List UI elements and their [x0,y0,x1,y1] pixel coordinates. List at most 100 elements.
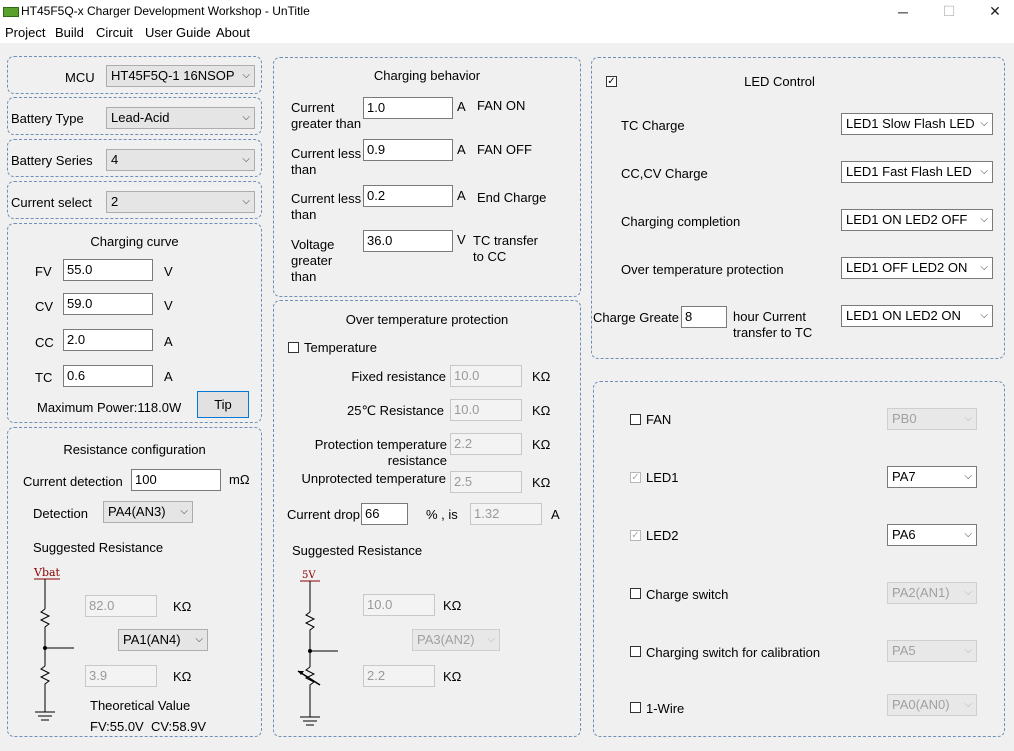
current-select-select[interactable]: 2 ⌵ [106,191,255,213]
behavior-row-1-label: Current greater than [291,100,362,131]
mcu-select[interactable]: HT45F5Q-1 16NSOP ⌵ [106,65,255,87]
mcu-label: MCU [65,70,95,85]
unprotected-temperature-label: Unprotected temperature [301,471,446,486]
led1-label: LED1 [646,470,679,485]
led-row-4-label: Over temperature protection [621,262,784,277]
led1-checkbox[interactable]: ✓ [630,472,641,483]
charge-switch-label: Charge switch [646,587,729,602]
cc-label: CC [35,335,54,350]
led-row-2-select[interactable]: LED1 Fast Flash LED ⌵ [841,161,993,183]
divider-r2-input[interactable]: 3.9 [85,665,157,687]
temperature-label: Temperature [304,340,377,355]
charge-switch-pin-select[interactable]: PA2(AN1) ⌵ [887,582,977,604]
cv-input[interactable]: 59.0 [63,293,153,315]
fv-input[interactable]: 55.0 [63,259,153,281]
otp-r2-input[interactable]: 2.2 [363,665,435,687]
led1-pin-value: PA7 [892,469,916,484]
led-row-1-label: TC Charge [621,118,685,133]
behavior-row-2-input[interactable]: 0.9 [363,139,453,161]
otp-r2-unit: KΩ [443,669,462,684]
current-detection-input[interactable]: 100 [131,469,221,491]
led-control-checkbox[interactable]: ✓ [606,76,617,87]
behavior-row-3-unit: A [457,188,466,203]
chevron-down-icon: ⌵ [964,645,972,656]
led-row-4-select[interactable]: LED1 OFF LED2 ON ⌵ [841,257,993,279]
divider-r1-unit: KΩ [173,599,192,614]
behavior-row-3-input[interactable]: 0.2 [363,185,453,207]
title-bar: HT45F5Q-x Charger Development Workshop -… [0,0,1014,23]
battery-type-select[interactable]: Lead-Acid ⌵ [106,107,255,129]
chevron-down-icon: ⌵ [964,471,972,482]
led-row-5-select[interactable]: LED1 ON LED2 ON ⌵ [841,305,993,327]
fan-pin-select[interactable]: PB0 ⌵ [887,408,977,430]
mcu-value: HT45F5Q-1 16NSOP [111,68,235,83]
behavior-row-4-input[interactable]: 36.0 [363,230,453,252]
tc-input[interactable]: 0.6 [63,365,153,387]
current-drop-input[interactable]: 66 [361,503,408,525]
maximize-button[interactable]: ☐ [926,0,972,23]
menu-circuit[interactable]: Circuit [96,25,133,40]
menu-about[interactable]: About [216,25,250,40]
behavior-row-2-unit: A [457,142,466,157]
battery-type-label: Battery Type [11,111,84,126]
one-wire-checkbox[interactable] [630,702,641,713]
fv-unit: V [164,264,173,279]
calibration-switch-checkbox[interactable] [630,646,641,657]
behavior-row-1-input[interactable]: 1.0 [363,97,453,119]
charge-switch-checkbox[interactable] [630,588,641,599]
battery-series-select[interactable]: 4 ⌵ [106,149,255,171]
current-detection-label: Current detection [23,474,123,489]
menu-project[interactable]: Project [5,25,45,40]
calibration-switch-label: Charging switch for calibration [646,645,821,660]
divider-r2-unit: KΩ [173,669,192,684]
menu-build[interactable]: Build [55,25,84,40]
otp-r1-input[interactable]: 10.0 [363,594,435,616]
chevron-down-icon: ⌵ [242,70,250,81]
otp-suggested-resistance-label: Suggested Resistance [292,543,423,558]
cv-label: CV [35,299,54,314]
cc-input[interactable]: 2.0 [63,329,153,351]
behavior-row-1-unit: A [457,99,466,114]
minimize-button[interactable]: ─ [880,0,926,23]
fixed-resistance-input[interactable]: 10.0 [450,365,522,387]
led-row-3-select[interactable]: LED1 ON LED2 OFF ⌵ [841,209,993,231]
calibration-switch-pin-select[interactable]: PA5 ⌵ [887,640,977,662]
charging-behavior-panel: Charging behavior Current greater than 1… [273,57,581,297]
charge-greater-input[interactable]: 8 [681,306,727,328]
led2-checkbox[interactable]: ✓ [630,530,641,541]
current-drop-result-unit: A [551,507,560,522]
chevron-down-icon: ⌵ [980,118,988,129]
protection-temperature-input[interactable]: 2.2 [450,433,522,455]
fixed-resistance-label: Fixed resistance [351,369,446,384]
chevron-down-icon: ⌵ [980,214,988,225]
behavior-row-4-action: TC transfer to CC [473,233,539,264]
unprotected-temperature-input[interactable]: 2.5 [450,471,522,493]
tip-button[interactable]: Tip [197,391,249,418]
otp-panel: Over temperature protection Temperature … [273,300,581,737]
temperature-checkbox[interactable] [288,342,299,353]
divider-pin-select[interactable]: PA1(AN4) ⌵ [118,629,208,651]
behavior-row-3-label: Current less than [291,191,362,222]
led-row-1-select[interactable]: LED1 Slow Flash LED ⌵ [841,113,993,135]
divider-r1-input[interactable]: 82.0 [85,595,157,617]
r25-input[interactable]: 10.0 [450,399,522,421]
behavior-row-3-action: End Charge [477,190,547,205]
thermistor-schematic: 5V [297,570,338,726]
behavior-row-2-label: Current less than [291,146,362,177]
led-row-3-label: Charging completion [621,214,741,229]
led1-pin-select[interactable]: PA7 ⌵ [887,466,977,488]
battery-type-value: Lead-Acid [111,110,170,125]
otp-r1-unit: KΩ [443,598,462,613]
charge-greater-label: Charge Greate [593,310,679,325]
current-drop-result[interactable]: 1.32 [470,503,542,525]
fan-checkbox[interactable] [630,414,641,425]
menu-user-guide[interactable]: User Guide [145,25,211,40]
otp-pin-select[interactable]: PA3(AN2) ⌵ [412,629,500,651]
chevron-down-icon: ⌵ [242,112,250,123]
led2-pin-select[interactable]: PA6 ⌵ [887,524,977,546]
close-button[interactable]: ✕ [972,0,1014,23]
theoretical-values: FV:55.0V CV:58.9V [90,719,207,734]
otp-title: Over temperature protection [345,312,509,327]
detection-select[interactable]: PA4(AN3) ⌵ [103,501,193,523]
one-wire-pin-select[interactable]: PA0(AN0) ⌵ [887,694,977,716]
